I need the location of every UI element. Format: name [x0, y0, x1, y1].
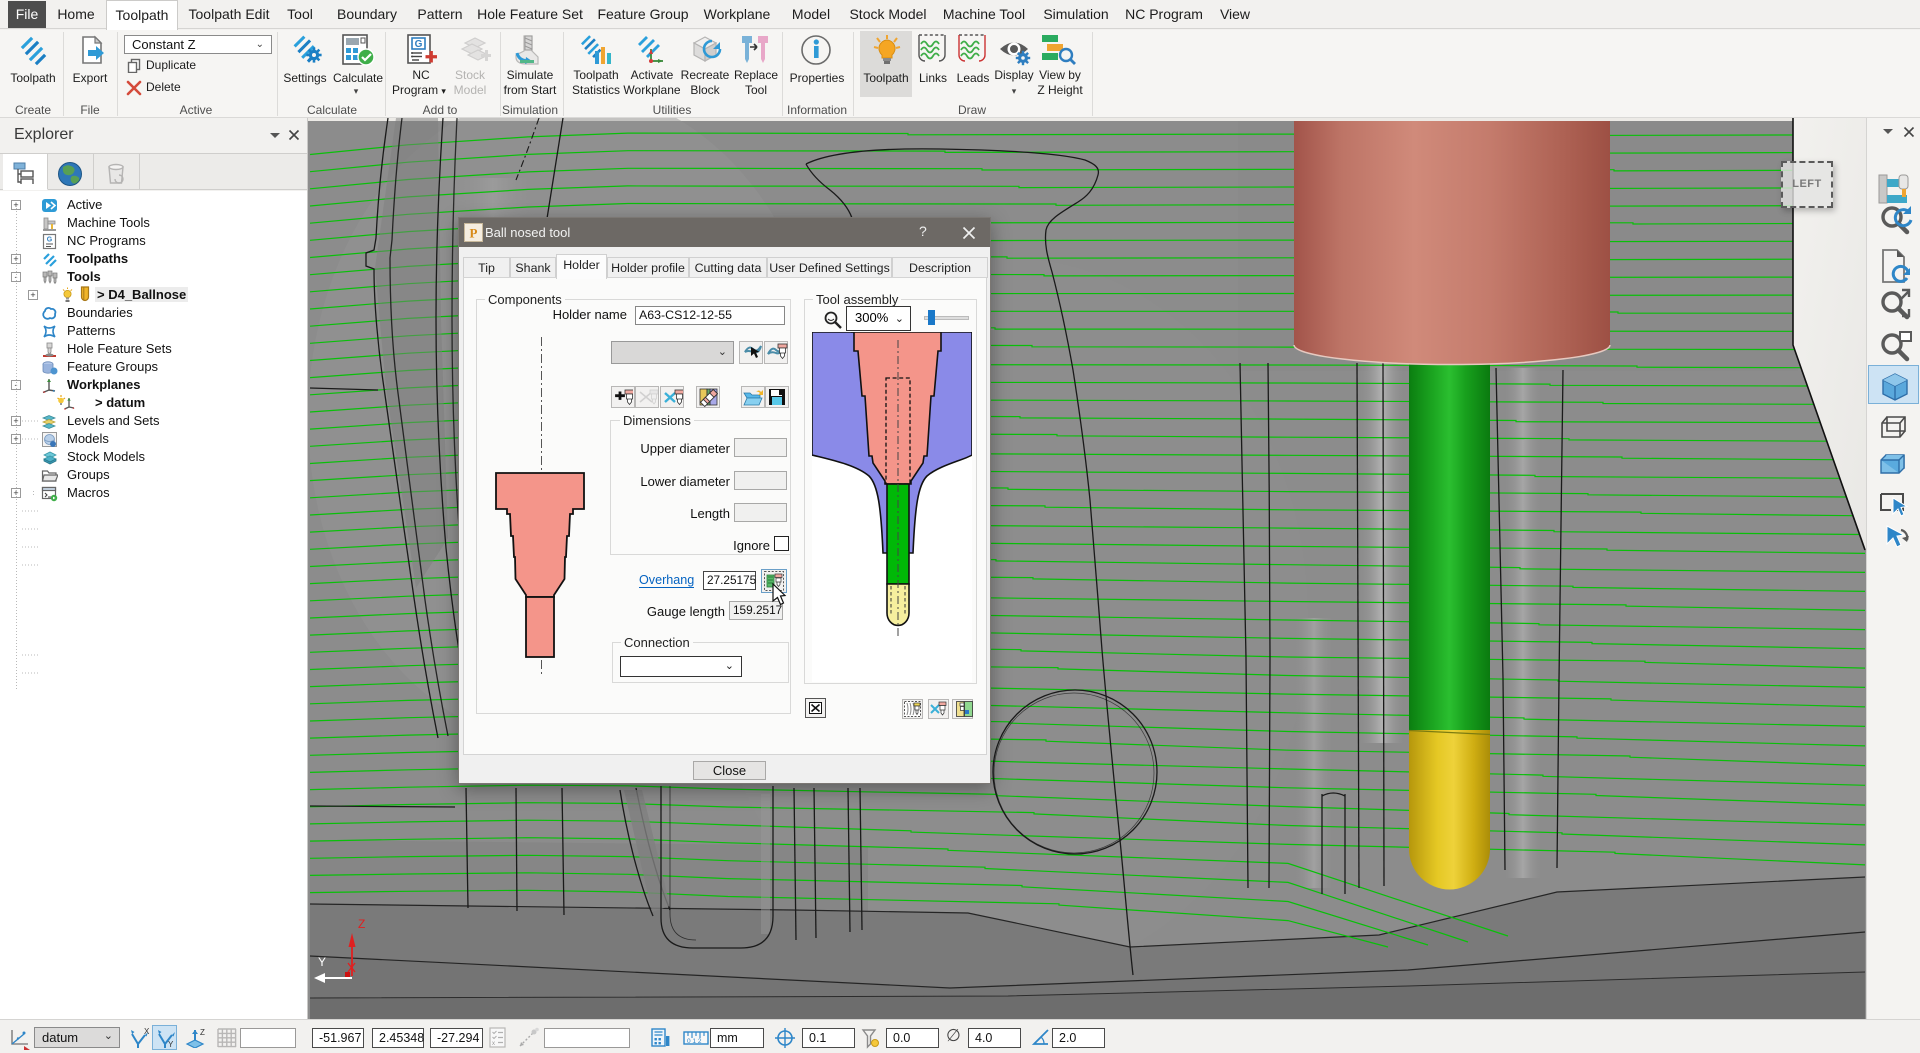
svg-text:Y: Y — [168, 1040, 174, 1048]
svg-text:Y: Y — [318, 955, 326, 969]
svg-text:P: P — [470, 226, 478, 241]
svg-text:X: X — [144, 1028, 150, 1036]
svg-text:G: G — [415, 39, 423, 50]
svg-text:Z: Z — [358, 917, 365, 931]
svg-text:0 1 2: 0 1 2 — [687, 1038, 702, 1045]
svg-text:x: x — [492, 1041, 495, 1047]
svg-text:Z: Z — [200, 1028, 205, 1037]
